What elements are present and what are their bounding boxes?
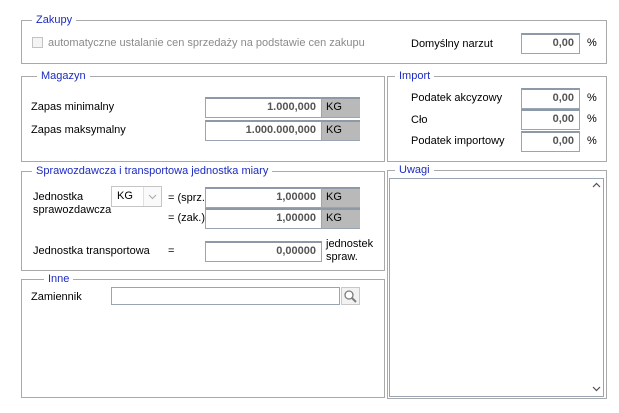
purchase-label: = (zak.) bbox=[168, 212, 205, 224]
min-stock-unit: KG bbox=[322, 97, 360, 118]
import-tax-label: Podatek importowy bbox=[411, 135, 505, 147]
substitute-label: Zamiennik bbox=[31, 291, 82, 303]
purchase-ratio-unit: KG bbox=[322, 208, 360, 229]
duty-unit: % bbox=[587, 113, 597, 125]
reporting-legend: Sprawozdawcza i transportowa jednostka m… bbox=[32, 165, 273, 178]
min-stock-input[interactable]: 1.000,000 bbox=[205, 97, 322, 118]
duty-input[interactable]: 0,00 bbox=[521, 109, 580, 130]
substitute-input[interactable] bbox=[111, 287, 340, 305]
import-tax-unit: % bbox=[587, 135, 597, 147]
markup-unit: % bbox=[587, 37, 597, 49]
magazyn-group: Magazyn bbox=[21, 70, 385, 162]
excise-unit: % bbox=[587, 92, 597, 104]
excise-label: Podatek akcyzowy bbox=[411, 92, 503, 104]
chevron-down-icon bbox=[148, 194, 157, 200]
duty-label: Cło bbox=[411, 114, 428, 126]
max-stock-unit: KG bbox=[322, 120, 360, 141]
excise-input[interactable]: 0,00 bbox=[521, 88, 580, 109]
uwagi-legend: Uwagi bbox=[395, 164, 434, 177]
reporting-unit-select[interactable]: KG bbox=[111, 186, 162, 207]
scroll-up-arrow-icon[interactable] bbox=[588, 179, 605, 193]
sales-ratio-unit: KG bbox=[322, 187, 360, 208]
reporting-unit-label-line2: sprawozdawcza bbox=[33, 204, 112, 216]
reporting-unit-label-line1: Jednostka bbox=[33, 191, 84, 203]
max-stock-label: Zapas maksymalny bbox=[31, 124, 126, 136]
import-legend: Import bbox=[395, 70, 435, 83]
markup-label: Domyślny narzut bbox=[411, 38, 493, 50]
inne-legend: Inne bbox=[44, 273, 74, 286]
zakupy-legend: Zakupy bbox=[32, 14, 77, 27]
reporting-unit-selected: KG bbox=[117, 190, 133, 202]
min-stock-label: Zapas minimalny bbox=[31, 101, 115, 113]
purchase-ratio-input[interactable]: 1,00000 bbox=[205, 208, 322, 229]
max-stock-input[interactable]: 1.000.000,000 bbox=[205, 120, 322, 141]
search-icon bbox=[344, 290, 357, 303]
transport-ratio-input[interactable]: 0,00000 bbox=[205, 241, 322, 262]
markup-input[interactable]: 0,00 bbox=[521, 33, 580, 54]
notes-scrollbar[interactable] bbox=[588, 179, 605, 396]
auto-price-checkbox[interactable] bbox=[32, 37, 43, 48]
scroll-down-arrow-icon[interactable] bbox=[588, 382, 605, 396]
import-tax-input[interactable]: 0,00 bbox=[521, 131, 580, 152]
magazyn-legend: Magazyn bbox=[37, 70, 90, 83]
auto-price-label: automatyczne ustalanie cen sprzedaży na … bbox=[48, 37, 365, 49]
reporting-unit-dropdown-button[interactable] bbox=[143, 187, 161, 206]
transport-unit-line1: jednostek bbox=[326, 238, 374, 250]
sales-label: = (sprz.) bbox=[168, 192, 209, 204]
substitute-search-button[interactable] bbox=[341, 287, 360, 305]
sales-ratio-input[interactable]: 1,00000 bbox=[205, 187, 322, 208]
transport-unit-line2: spraw. bbox=[326, 251, 358, 263]
transport-unit-label: Jednostka transportowa bbox=[33, 245, 150, 257]
notes-textarea[interactable] bbox=[389, 178, 604, 397]
transport-eq-label: = bbox=[168, 245, 175, 257]
